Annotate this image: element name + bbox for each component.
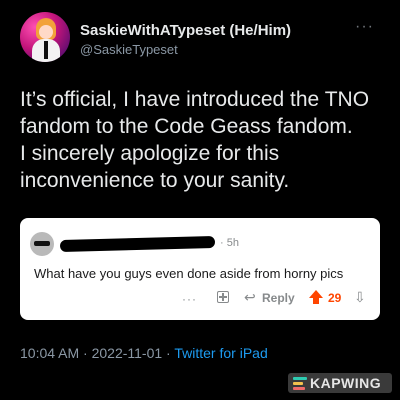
sunglasses-icon	[34, 241, 50, 246]
comment-age: · 5h	[220, 237, 239, 249]
award-icon	[217, 291, 229, 303]
kapwing-watermark: KAPWING	[288, 373, 392, 393]
kapwing-logo-icon	[293, 377, 307, 390]
tweet-text-line: inconvenience to your sanity.	[20, 169, 290, 192]
tweet-header: SaskieWithATypeset (He/Him) @SaskieTypes…	[20, 8, 380, 64]
tweet-timestamp[interactable]: 10:04 AM · 2022-11-01 ·	[20, 345, 174, 361]
tweet-metadata: 10:04 AM · 2022-11-01 · Twitter for iPad	[20, 345, 268, 361]
tweet-text-line: It’s official, I have introduced the TNO	[20, 88, 370, 111]
watermark-text: KAPWING	[310, 375, 382, 391]
commenter-avatar	[30, 232, 54, 256]
avatar-face	[39, 25, 53, 39]
user-handle[interactable]: @SaskieTypeset	[80, 42, 178, 57]
avatar[interactable]	[20, 12, 70, 62]
upvote-arrow-stem	[313, 298, 319, 304]
tweet-text-line: I sincerely apologize for this	[20, 142, 280, 165]
comment-text: What have you guys even done aside from …	[34, 266, 344, 281]
tweet-text: It’s official, I have introduced the TNO…	[20, 86, 390, 194]
avatar-tie	[44, 41, 48, 59]
tweet-text-line: fandom to the Code Geass fandom.	[20, 115, 353, 138]
redacted-username	[59, 235, 216, 253]
reply-label: Reply	[262, 291, 295, 305]
upvote-arrow-icon	[309, 290, 323, 298]
tweet-source-link[interactable]: Twitter for iPad	[174, 345, 267, 361]
reply-arrow-icon: ↩	[244, 289, 256, 305]
display-name[interactable]: SaskieWithATypeset (He/Him)	[80, 22, 291, 39]
comment-more-icon: ···	[182, 292, 197, 306]
embedded-comment-image[interactable]: · 5h What have you guys even done aside …	[20, 218, 380, 320]
more-horizontal-icon[interactable]: ···	[355, 18, 374, 36]
vote-score: 29	[328, 291, 342, 305]
comment-actions: ··· ↩ Reply 29 ⇩	[20, 289, 380, 310]
downvote-arrow-icon: ⇩	[354, 289, 366, 305]
